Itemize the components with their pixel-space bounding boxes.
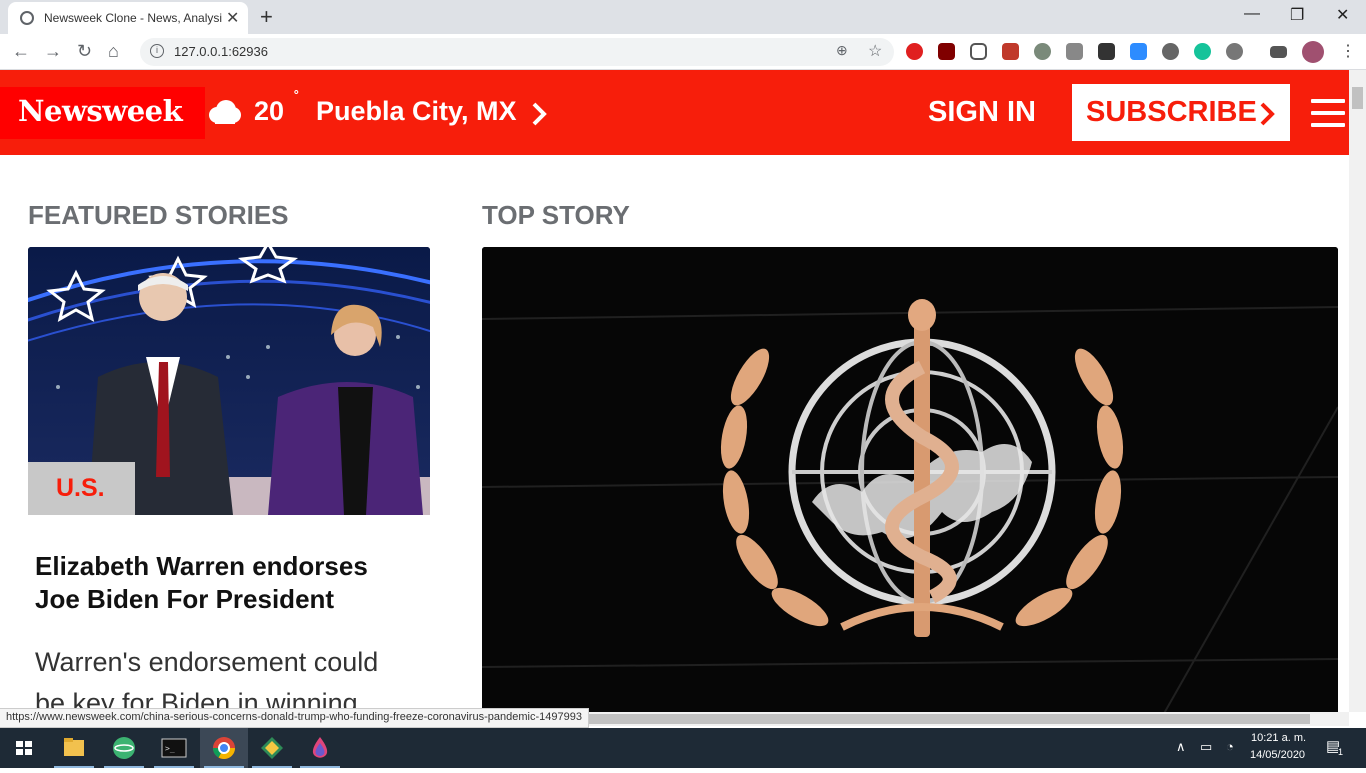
vertical-scrollbar[interactable] <box>1349 70 1366 712</box>
newsweek-logo[interactable]: Newsweek <box>0 87 205 139</box>
windows-taskbar: >_ ∧ ▭ ◔ 10:21 a. m. 14/05/2020 ▤ 1 <box>0 728 1366 768</box>
city-name[interactable]: Puebla City, MX <box>316 96 517 127</box>
zoom-icon[interactable]: ⊕ <box>836 42 848 59</box>
back-icon[interactable]: ← <box>12 41 30 62</box>
media-queue-icon[interactable] <box>1270 46 1287 58</box>
minimize-icon[interactable]: — <box>1244 5 1260 23</box>
clock-date[interactable]: 14/05/2020 <box>1250 749 1305 761</box>
cloud-icon <box>209 100 241 124</box>
battery-icon[interactable]: ▭ <box>1200 739 1212 755</box>
featured-story-headline[interactable]: Elizabeth Warren endorses Joe Biden For … <box>35 550 415 616</box>
address-bar[interactable]: i 127.0.0.1:62936 ⊕ ☆ <box>140 38 894 66</box>
vertical-scrollbar-thumb[interactable] <box>1352 87 1363 109</box>
logo-text: Newsweek <box>18 94 183 128</box>
windows-start-icon[interactable] <box>0 728 48 768</box>
hamburger-menu-icon[interactable] <box>1311 99 1345 127</box>
tray-chevron-up-icon[interactable]: ∧ <box>1176 739 1186 755</box>
url-text[interactable]: 127.0.0.1:62936 <box>174 44 268 59</box>
globe-icon <box>20 11 34 25</box>
degree-symbol: ˚ <box>294 90 300 107</box>
svg-text:>_: >_ <box>165 744 175 753</box>
arrow-extension-icon[interactable] <box>1162 43 1179 60</box>
chevron-right-icon[interactable] <box>530 102 548 126</box>
zoom-extension-icon[interactable] <box>1130 43 1147 60</box>
ublock-extension-icon[interactable] <box>938 43 955 60</box>
subscribe-label: SUBSCRIBE <box>1086 96 1257 128</box>
opera-extension-icon[interactable] <box>906 43 923 60</box>
clock-time[interactable]: 10:21 a. m. <box>1251 732 1306 744</box>
terminal-icon[interactable]: >_ <box>150 728 198 768</box>
home-icon[interactable]: ⌂ <box>108 41 119 62</box>
bug-extension-icon[interactable] <box>1226 43 1243 60</box>
notification-count: 1 <box>1338 747 1344 757</box>
link-status-bar: https://www.newsweek.com/china-serious-c… <box>0 708 589 728</box>
browser-tab-strip: Newsweek Clone - News, Analysis ✕ + — ❐ … <box>0 0 1366 34</box>
featured-section-title: FEATURED STORIES <box>28 200 289 230</box>
top-story-image[interactable] <box>482 247 1338 712</box>
wifi-icon[interactable]: ◔ <box>1226 739 1234 754</box>
pocket-extension-icon[interactable] <box>970 43 987 60</box>
featured-story-description: Warren's endorsement could be key for Bi… <box>35 647 379 712</box>
sign-in-link[interactable]: SIGN IN <box>928 96 1036 129</box>
reload-icon[interactable]: ↻ <box>77 41 92 62</box>
subscribe-button[interactable]: SUBSCRIBE <box>1072 84 1290 141</box>
file-explorer-icon[interactable] <box>50 728 98 768</box>
chrome-icon[interactable] <box>200 728 248 768</box>
video-extension-icon[interactable] <box>1002 43 1019 60</box>
bookmark-star-icon[interactable]: ☆ <box>868 41 882 61</box>
camera-extension-icon[interactable] <box>1066 43 1083 60</box>
close-tab-icon[interactable]: ✕ <box>226 8 239 28</box>
window-close-icon[interactable]: ✕ <box>1336 5 1349 25</box>
browser-tab[interactable]: Newsweek Clone - News, Analysis ✕ <box>8 2 248 34</box>
browser-toolbar: ← → ↻ ⌂ i 127.0.0.1:62936 ⊕ ☆ ⋮ <box>0 34 1366 70</box>
git-kraken-icon[interactable] <box>248 728 296 768</box>
drop-app-icon[interactable] <box>296 728 344 768</box>
grammarly-extension-icon[interactable] <box>1194 43 1211 60</box>
atom-editor-icon[interactable] <box>100 728 148 768</box>
chevron-right-icon <box>1260 102 1275 126</box>
profile-avatar[interactable] <box>1302 41 1324 63</box>
story-category-label: U.S. <box>56 474 105 502</box>
restore-icon[interactable]: ❐ <box>1290 5 1304 25</box>
forward-icon[interactable]: → <box>44 41 62 62</box>
temperature: 20 <box>254 96 285 126</box>
info-icon[interactable]: i <box>150 44 164 58</box>
new-tab-button[interactable]: + <box>260 4 273 30</box>
browser-menu-icon[interactable]: ⋮ <box>1340 41 1356 61</box>
tab-title: Newsweek Clone - News, Analysis <box>44 11 222 25</box>
top-story-section-title: TOP STORY <box>482 200 630 230</box>
recycle-extension-icon[interactable] <box>1034 43 1051 60</box>
pen-extension-icon[interactable] <box>1098 43 1115 60</box>
story-category-tag[interactable]: U.S. <box>28 462 135 515</box>
page-viewport: Newsweek 20 ˚ Puebla City, MX SIGN IN SU… <box>0 70 1349 712</box>
site-header: Newsweek 20 ˚ Puebla City, MX SIGN IN SU… <box>0 70 1349 155</box>
